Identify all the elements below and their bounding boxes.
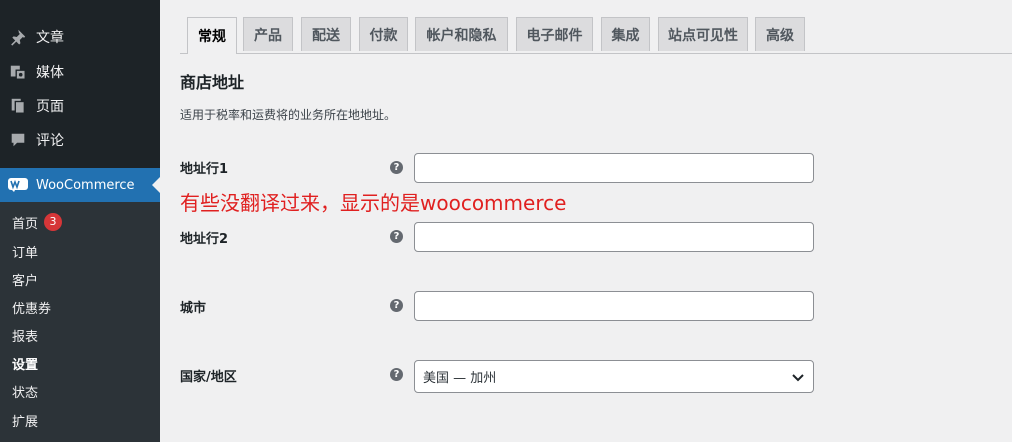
submenu-item-settings[interactable]: 设置 [12,352,38,374]
help-icon[interactable]: ? [390,299,403,312]
country-label: 国家/地区 [180,370,237,385]
menu-item-posts[interactable]: 文章 [0,20,160,54]
address1-label: 地址行1 [180,162,229,177]
pushpin-icon [0,28,36,46]
settings-tabs: 常规 产品 配送 付款 帐户和隐私 电子邮件 集成 站点可见性 高级 [180,17,1012,54]
woo-logo-icon [0,178,36,192]
submenu-item-extensions[interactable]: 扩展 [12,409,38,431]
address1-input[interactable] [414,153,814,183]
admin-sidebar: 文章 媒体 页面 评论 WooCommerce 首页 3 订单 客户 优惠券 报… [0,0,160,442]
comment-icon [0,131,36,149]
submenu-item-label: 报表 [12,329,39,345]
submenu-item-label: 设置 [12,357,39,373]
current-menu-arrow [152,177,160,193]
woocommerce-submenu: 首页 3 订单 客户 优惠券 报表 设置 状态 扩展 [0,202,160,442]
menu-item-comments[interactable]: 评论 [0,123,160,157]
help-icon[interactable]: ? [390,230,403,243]
address2-label: 地址行2 [180,232,229,247]
tab-accounts-privacy[interactable]: 帐户和隐私 [415,17,508,51]
tab-integration[interactable]: 集成 [601,17,650,51]
submenu-item-label: 扩展 [12,414,39,430]
annotation-text: 有些没翻译过来，显示的是woocommerce [180,191,567,215]
help-icon[interactable]: ? [390,368,403,381]
submenu-item-home[interactable]: 首页 3 [12,211,63,233]
tab-products[interactable]: 产品 [243,17,293,51]
help-icon[interactable]: ? [390,161,403,174]
submenu-item-coupons[interactable]: 优惠券 [12,296,51,318]
submenu-item-customers[interactable]: 客户 [12,268,38,290]
tab-advanced[interactable]: 高级 [755,17,805,51]
submenu-item-label: 状态 [12,385,39,401]
submenu-item-reports[interactable]: 报表 [12,324,38,346]
address2-input[interactable] [414,222,814,252]
submenu-item-label: 客户 [12,273,39,289]
city-label: 城市 [180,301,207,316]
tab-site-visibility[interactable]: 站点可见性 [658,17,748,51]
menu-item-label: 媒体 [36,65,64,81]
menu-item-woocommerce[interactable]: WooCommerce [0,168,160,202]
country-select[interactable]: 美国 — 加州 [414,360,814,393]
tab-emails[interactable]: 电子邮件 [516,17,593,51]
submenu-item-label: 订单 [12,245,39,261]
submenu-item-label: 首页 [12,216,39,232]
country-select-value: 美国 — 加州 [423,371,497,386]
section-title: 商店地址 [180,73,245,92]
tab-general[interactable]: 常规 [187,17,237,54]
submenu-item-orders[interactable]: 订单 [12,240,38,262]
menu-item-label: 页面 [36,99,64,115]
menu-item-media[interactable]: 媒体 [0,55,160,89]
notification-badge: 3 [44,213,63,231]
menu-item-pages[interactable]: 页面 [0,89,160,123]
city-input[interactable] [414,291,814,321]
submenu-item-label: 优惠券 [12,301,52,317]
tab-payments[interactable]: 付款 [359,17,408,51]
chevron-down-icon [791,370,805,388]
pages-icon [0,97,36,115]
menu-item-label: 评论 [36,133,64,149]
tab-shipping[interactable]: 配送 [301,17,351,51]
submenu-item-status[interactable]: 状态 [12,380,38,402]
menu-item-label: 文章 [36,30,64,46]
media-icon [0,63,36,81]
section-description: 适用于税率和运费将的业务所在地地址。 [180,108,397,122]
menu-item-label: WooCommerce [36,177,135,193]
